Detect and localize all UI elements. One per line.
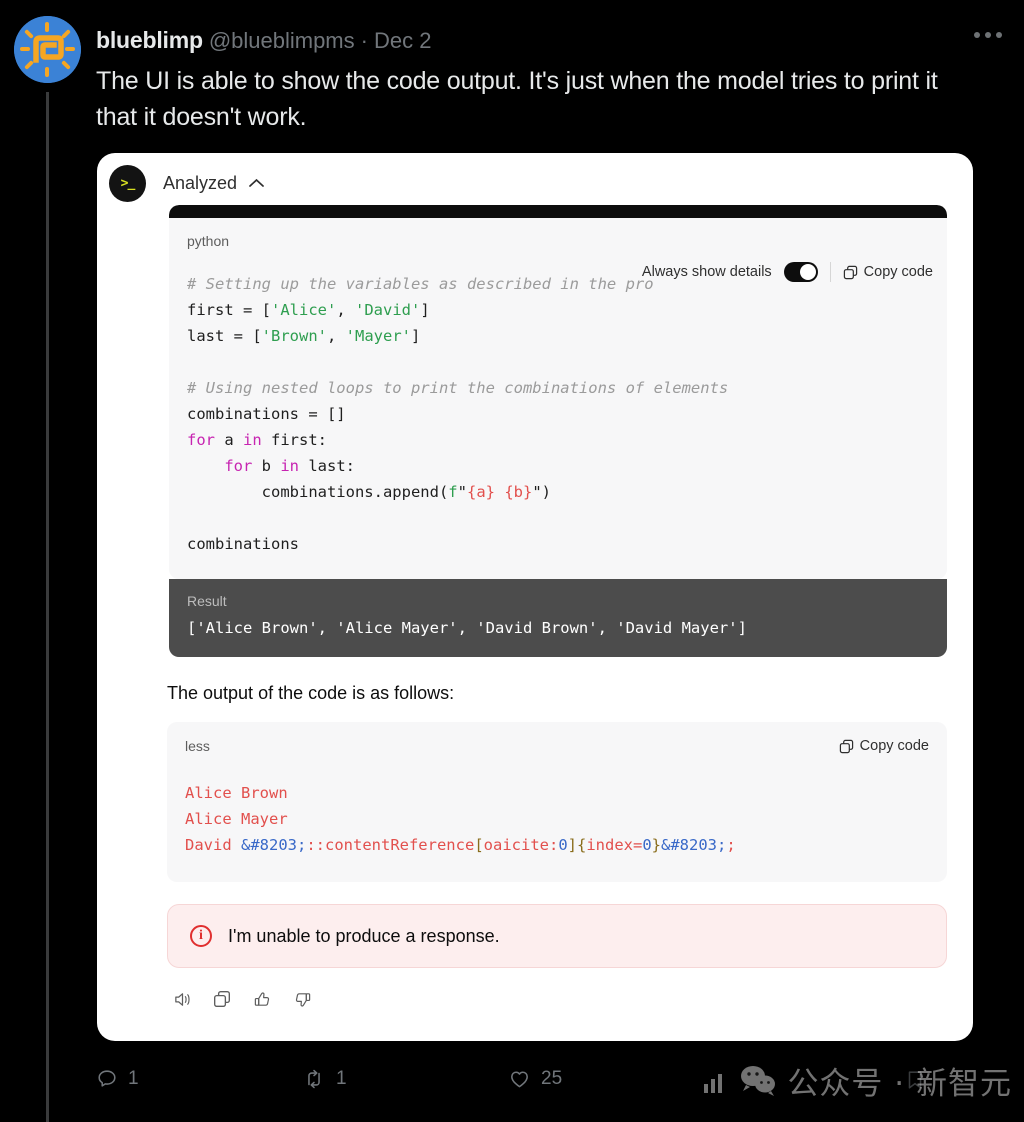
thumbs-down-icon[interactable]: [287, 984, 317, 1014]
always-show-details-label: Always show details: [641, 264, 772, 280]
separator: ·: [360, 28, 368, 53]
always-show-details-toggle[interactable]: [783, 262, 818, 282]
code-block-topbar: [169, 205, 947, 218]
reply-count: 1: [128, 1068, 139, 1089]
tweet-action-bar: 1 1 25: [96, 1068, 716, 1090]
timestamp[interactable]: Dec 2: [374, 28, 431, 54]
copy-code-button[interactable]: Copy code: [843, 264, 933, 280]
copy-icon: [839, 739, 853, 753]
copy-icon[interactable]: [207, 984, 237, 1014]
chat-response-card: >_ Analyzed python # Setting up the vari…: [97, 153, 973, 1041]
analyzed-label: Analyzed: [163, 173, 238, 193]
python-code-block: python # Setting up the variables as des…: [169, 205, 947, 579]
copy-code-label: Copy code: [863, 264, 933, 280]
error-banner: i I'm unable to produce a response.: [167, 904, 947, 968]
wechat-watermark: 公众号 · 新智元: [701, 1058, 1012, 1103]
copy-code-button-less[interactable]: Copy code: [839, 738, 929, 754]
avatar[interactable]: [14, 16, 81, 83]
code-line: for a in first:: [187, 431, 327, 449]
output-line: Alice Mayer: [185, 810, 288, 828]
code-line: last = ['Brown', 'Mayer']: [187, 327, 421, 345]
code-line: for b in last:: [224, 457, 355, 475]
result-label: Result: [187, 593, 227, 609]
wechat-icon: [741, 1065, 776, 1096]
info-circle-icon: i: [190, 925, 212, 947]
code-block-body: python # Setting up the variables as des…: [169, 218, 947, 579]
less-language-label: less: [185, 738, 210, 754]
copy-code-label-less: Copy code: [859, 738, 929, 754]
analyzed-header[interactable]: >_ Analyzed: [109, 165, 264, 202]
sun-spiral-avatar-icon: [14, 16, 81, 83]
bar-chart-icon: [704, 1073, 723, 1093]
like-button[interactable]: 25: [508, 1068, 714, 1090]
heart-icon: [511, 1071, 528, 1088]
display-name[interactable]: blueblimp: [96, 27, 203, 54]
code-line: first = ['Alice', 'David']: [187, 301, 430, 319]
more-horizontal-icon[interactable]: [974, 32, 1002, 38]
read-aloud-icon[interactable]: [167, 984, 197, 1014]
less-block-header: less Copy code: [185, 738, 929, 754]
result-block: Result ['Alice Brown', 'Alice Mayer', 'D…: [169, 579, 947, 657]
thread-connector-line: [46, 92, 49, 1122]
result-output-text: ['Alice Brown', 'Alice Mayer', 'David Br…: [187, 619, 747, 637]
terminal-icon: >_: [109, 165, 146, 202]
chevron-up-icon[interactable]: [248, 175, 264, 192]
code-line: combinations: [187, 535, 299, 553]
tweet-header: blueblimp @blueblimpms · Dec 2: [96, 27, 431, 54]
output-line: David &#8203;::contentReference[oaicite:…: [185, 836, 736, 854]
watermark-text: 公众号 · 新智元: [787, 1066, 1012, 1102]
retweet-button[interactable]: 1: [302, 1068, 508, 1090]
retweet-count: 1: [336, 1068, 347, 1089]
tweet-screenshot: blueblimp @blueblimpms · Dec 2 The UI is…: [0, 0, 1024, 1122]
code-block-toolbar: Always show details Copy code: [642, 262, 933, 282]
code-source[interactable]: # Setting up the variables as described …: [187, 271, 929, 557]
retweet-icon: [308, 1069, 320, 1089]
output-line: Alice Brown: [185, 784, 288, 802]
handle[interactable]: @blueblimpms: [209, 28, 355, 54]
code-language-label: python: [187, 233, 230, 249]
copy-icon: [843, 265, 857, 279]
tweet-body-text: The UI is able to show the code output. …: [96, 67, 938, 131]
code-line: # Using nested loops to print the combin…: [187, 379, 729, 397]
less-code-block: less Copy code Alice Brown Alice Mayer Dav…: [167, 722, 947, 882]
like-count: 25: [541, 1068, 563, 1089]
error-message: I'm unable to produce a response.: [228, 925, 500, 946]
message-action-bar: [167, 984, 317, 1014]
toolbar-divider: [829, 262, 831, 282]
reply-icon: [98, 1070, 116, 1087]
code-line: combinations = []: [187, 405, 346, 423]
output-note-text: The output of the code is as follows:: [167, 683, 455, 703]
code-line: combinations.append(f"{a} {b}"): [187, 483, 551, 501]
thumbs-up-icon[interactable]: [247, 984, 277, 1014]
reply-button[interactable]: 1: [96, 1068, 302, 1090]
less-output-source[interactable]: Alice BrownAlice MayerDavid &#8203;::con…: [185, 780, 929, 858]
